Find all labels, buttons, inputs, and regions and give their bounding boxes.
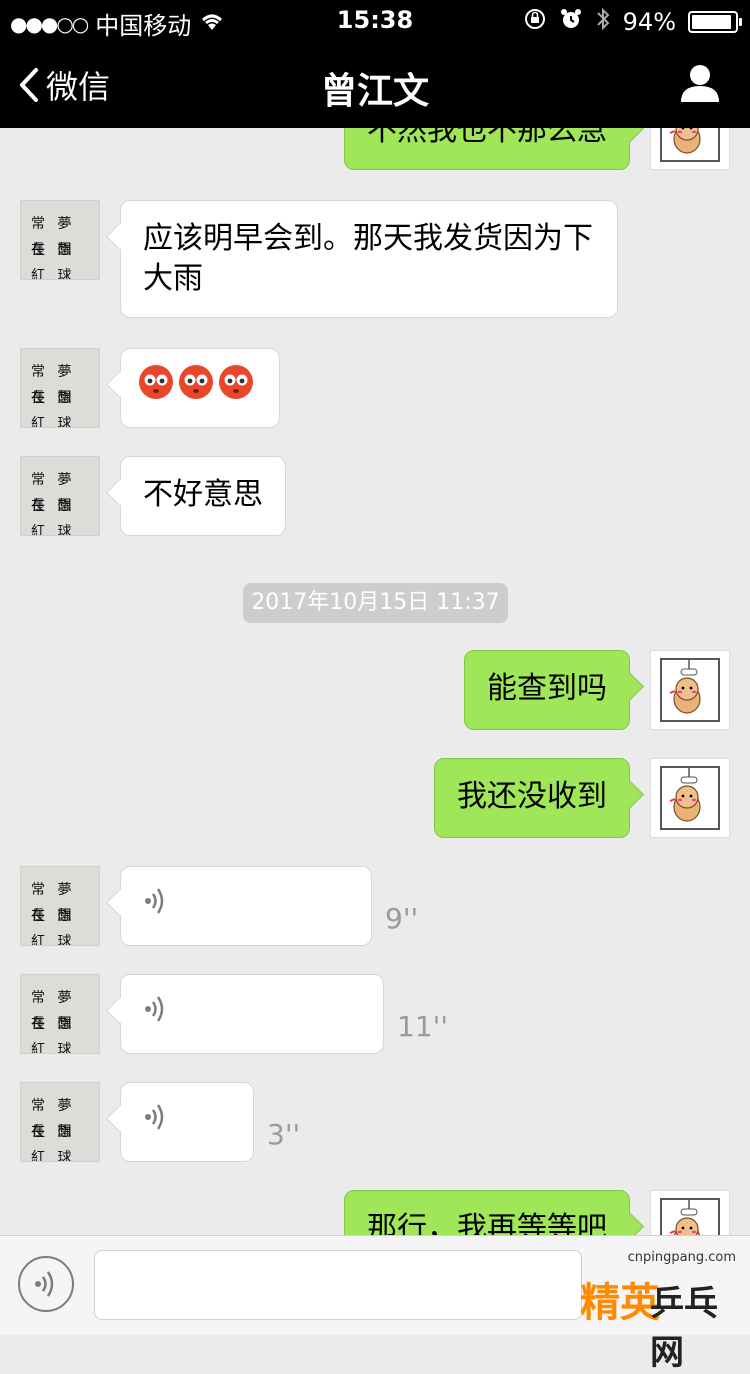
battery-percent: 94%: [622, 8, 676, 36]
message-text: 不好意思: [143, 477, 263, 512]
my-avatar[interactable]: [650, 758, 730, 838]
alarm-icon: [559, 7, 583, 37]
contact-info-button[interactable]: [680, 64, 720, 106]
contact-avatar[interactable]: 常 夢 長 園 在 想 紅 球: [20, 974, 100, 1054]
bluetooth-icon: [595, 6, 611, 38]
contact-avatar[interactable]: 常 夢 長 園 在 想 紅 球: [20, 1082, 100, 1162]
message-text: 不然我也不那么急: [367, 128, 607, 148]
voice-duration: 11'': [397, 1010, 449, 1043]
rotation-lock-icon: [523, 7, 547, 37]
my-avatar[interactable]: [650, 650, 730, 730]
message-row: 不然我也不那么急: [0, 128, 750, 172]
chat-title: 曾江文: [320, 71, 429, 112]
message-row: 常 夢 長 園 在 想 紅 球 3'': [0, 1082, 750, 1162]
voice-message-bubble[interactable]: [120, 974, 384, 1054]
voice-message-bubble[interactable]: [120, 866, 372, 946]
message-bubble[interactable]: 不好意思: [120, 456, 286, 536]
message-row: 常 夢 長 園 在 想 紅 球: [0, 348, 750, 428]
message-row: 常 夢 長 園 在 想 紅 球 11'': [0, 974, 750, 1054]
my-avatar[interactable]: [650, 1190, 730, 1235]
message-row: 常 夢 長 園 在 想 紅 球 不好意思: [0, 456, 750, 536]
voice-wave-icon: [143, 1101, 169, 1144]
voice-message-bubble[interactable]: [120, 1082, 254, 1162]
voice-wave-icon: [35, 1271, 54, 1297]
my-avatar[interactable]: [650, 128, 730, 170]
message-bubble[interactable]: 我还没收到: [434, 758, 630, 838]
message-bubble[interactable]: 不然我也不那么急: [344, 128, 630, 170]
voice-duration: 9'': [385, 902, 419, 935]
watermark-logo: cnpingpang.com 精英 乒乓网: [580, 1250, 736, 1373]
contact-avatar[interactable]: 常 夢 長 園 在 想 紅 球: [20, 866, 100, 946]
message-input[interactable]: [94, 1250, 582, 1320]
message-text: 那行，我再等等吧: [367, 1211, 607, 1235]
message-text: 能查到吗: [487, 671, 607, 706]
message-bubble[interactable]: [120, 348, 280, 428]
status-bar: ●●●○○ 中国移动 15:38 94%: [0, 0, 750, 40]
message-text: 我还没收到: [457, 779, 607, 814]
flushed-face-icon: [217, 363, 255, 412]
message-row: 我还没收到: [0, 758, 750, 838]
chat-area[interactable]: 不然我也不那么急 常 夢 長 園 在 想 紅 球 应该明早会到。那天我发货因为下…: [0, 128, 750, 1235]
message-row: 常 夢 長 園 在 想 紅 球 9'': [0, 866, 750, 946]
person-icon: [681, 65, 719, 102]
voice-wave-icon: [143, 885, 169, 928]
contact-avatar[interactable]: 常 夢 長 園 在 想 紅 球: [20, 200, 100, 280]
message-row: 能查到吗: [0, 650, 750, 730]
message-bubble[interactable]: 那行，我再等等吧: [344, 1190, 630, 1235]
contact-avatar[interactable]: 常 夢 長 園 在 想 紅 球: [20, 348, 100, 428]
message-text: 应该明早会到。那天我发货因为下大雨: [143, 221, 593, 296]
message-bubble[interactable]: 应该明早会到。那天我发货因为下大雨: [120, 200, 618, 318]
flushed-face-icon: [137, 363, 175, 412]
message-row: 常 夢 長 園 在 想 紅 球 应该明早会到。那天我发货因为下大雨: [0, 200, 750, 320]
flushed-face-icon: [177, 363, 215, 412]
contact-avatar[interactable]: 常 夢 長 園 在 想 紅 球: [20, 456, 100, 536]
voice-duration: 3'': [267, 1118, 301, 1151]
nav-bar: 微信 曾江文: [0, 40, 750, 128]
voice-wave-icon: [143, 993, 169, 1036]
battery-icon: [688, 11, 742, 33]
message-bubble[interactable]: 能查到吗: [464, 650, 630, 730]
message-row: 那行，我再等等吧: [0, 1190, 750, 1235]
voice-input-toggle[interactable]: [18, 1256, 74, 1312]
timestamp-badge: 2017年10月15日 11:37: [243, 583, 508, 623]
